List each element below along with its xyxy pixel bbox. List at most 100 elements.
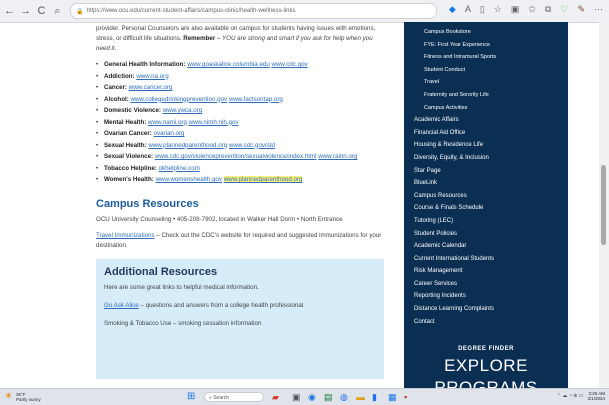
forward-icon[interactable]: → (19, 5, 32, 17)
sidebar-item[interactable]: Diversity, Equity, & Inclusion (404, 152, 568, 165)
resource-link[interactable]: www.womenshealth.gov (156, 176, 222, 183)
sidebar-item[interactable]: Reporting Incidents (404, 290, 568, 303)
clock-date: 2/1/2024 (587, 396, 605, 401)
additional-resources-box: Additional Resources Here are some great… (96, 259, 384, 379)
browser-essentials-icon[interactable]: ♡ (560, 4, 568, 15)
resource-link[interactable]: www.plannedparenthood.org (223, 176, 303, 183)
main-content: provider. Personal Counselors are also a… (78, 24, 398, 379)
reload-icon[interactable]: C (35, 5, 48, 17)
sidebar-item[interactable]: Student Policies (404, 228, 568, 241)
resource-label: Mental Health: (104, 118, 147, 126)
sidebar-item[interactable]: Distance Learning Complaints (404, 303, 568, 316)
resource-link[interactable]: www.nimh.nih.gov (189, 119, 239, 126)
word-icon[interactable]: ▮ (372, 392, 377, 402)
edge-icon[interactable]: ◉ (308, 392, 316, 402)
resource-link[interactable]: www.na.org (136, 73, 168, 80)
ask-alice-link[interactable]: Go Ask Alice (104, 302, 139, 309)
file-explorer-icon[interactable]: ▬ (356, 392, 365, 402)
sidebar-item[interactable]: Risk Management (404, 265, 568, 278)
sidebar-item[interactable]: BlueLink (404, 177, 568, 190)
sidebar-item[interactable]: Campus Bookstore (404, 26, 568, 39)
remember-label: Remember (183, 35, 216, 42)
sidebar-item[interactable]: Campus Resources (404, 190, 568, 203)
sidebar-item[interactable]: Academic Calendar (404, 240, 568, 253)
tab-icon[interactable]: ▣ (511, 4, 520, 15)
store-icon[interactable]: ▤ (324, 392, 333, 402)
additional-intro: Here are some great links to helpful med… (104, 284, 259, 291)
sidebar-item[interactable]: FYE: First Year Experience (404, 39, 568, 52)
resource-label: Tobacco Helpline: (104, 164, 157, 172)
resource-link[interactable]: www.nami.org (148, 119, 187, 126)
travel-paragraph: Travel Immunizations – Check out the CDC… (96, 231, 388, 251)
resource-link[interactable]: www.cdc.gov/std (229, 142, 275, 149)
resource-link[interactable]: www.collegedrinkingprevention.gov (130, 96, 227, 103)
resource-link[interactable]: www.cdc.gov (272, 61, 308, 68)
taskbar-search[interactable]: ⌕ Search (204, 392, 264, 402)
extension-icon[interactable]: ◆ (449, 4, 456, 15)
counseling-text: OCU University Counseling • 405-208-7902… (96, 216, 343, 223)
search-icon[interactable]: ⌕ (51, 5, 64, 18)
sidebar-item[interactable]: Travel (404, 76, 568, 89)
clock[interactable]: 3:26 AM 2/1/2024 (587, 391, 605, 401)
taskbar-search-placeholder: Search (213, 395, 230, 401)
sidebar-item[interactable]: Tutoring (LEC) (404, 215, 568, 228)
collections-icon[interactable]: ⧉ (545, 4, 551, 15)
resource-item: Alcohol: www.collegedrinkingprevention.g… (96, 95, 398, 105)
windows-taskbar: ☀ 38°F Partly sunny ⊞ ⌕ Search ▰ ▣ ◉ ▤ ◍… (0, 388, 609, 405)
resource-label: Domestic Violence: (104, 107, 161, 114)
resource-link[interactable]: www.cancer.org (129, 84, 173, 91)
sidebar-item[interactable]: Star Page (404, 165, 568, 178)
windows-start-icon[interactable]: ⊞ (187, 392, 197, 402)
travel-immunizations-link[interactable]: Travel Immunizations (96, 232, 155, 239)
task-view-icon[interactable]: ▣ (292, 392, 301, 402)
ask-alice-text: – questions and answers from a college h… (140, 302, 305, 309)
explore-programs-title[interactable]: EXPLORE (404, 356, 568, 376)
scrollbar-thumb[interactable] (601, 165, 606, 245)
resource-item: Sexual Health: www.plannedparenthood.org… (96, 141, 398, 151)
favorites-icon[interactable]: ✩ (528, 4, 536, 15)
sidebar-item[interactable]: Housing & Residence Life (404, 139, 568, 152)
resource-link[interactable]: www.factsontap.org (229, 96, 283, 103)
sidebar-item[interactable]: Contact (404, 316, 568, 329)
resource-label: Cancer: (104, 84, 128, 91)
sidebar-item[interactable]: Fitness and Intramural Sports (404, 51, 568, 64)
url-text[interactable]: https://www.ocu.edu/current-student-affa… (86, 8, 295, 14)
resource-item: Mental Health: www.nami.org www.nimh.nih… (96, 118, 398, 128)
resource-link[interactable]: ovarian.org (154, 130, 185, 137)
sidebar-item[interactable]: Course & Finals Schedule (404, 202, 568, 215)
sidebar-item[interactable]: Campus Activities (404, 102, 568, 115)
extension-2-icon[interactable]: ✎ (577, 4, 585, 15)
address-bar[interactable]: 🔒 https://www.ocu.edu/current-student-af… (70, 3, 437, 19)
sidebar-item[interactable]: Student Conduct (404, 64, 568, 77)
additional-resources-heading: Additional Resources (104, 266, 218, 278)
lock-icon: 🔒 (76, 8, 84, 15)
resource-link[interactable]: www.goaskalice.columbia.edu (187, 61, 270, 68)
split-screen-icon[interactable]: ▯ (480, 4, 485, 15)
sidebar-item[interactable]: Financial Aid Office (404, 127, 568, 140)
resource-link[interactable]: www.rainn.org (318, 153, 357, 160)
resource-link[interactable]: www.plannedparenthood.org (148, 142, 227, 149)
menu-icon[interactable]: ⋯ (594, 4, 603, 15)
resource-label: Sexual Health: (104, 141, 147, 149)
weather-widget[interactable]: ☀ 38°F Partly sunny (4, 391, 41, 402)
programs-title[interactable]: PROGRAMS (404, 378, 568, 388)
resource-label: Ovarian Cancer: (104, 130, 152, 137)
read-aloud-icon[interactable]: A (465, 4, 471, 15)
tray-icons[interactable]: ⌃ ☁ ◔ ⊕ ▭ (557, 393, 584, 399)
resource-item: Addiction: www.na.org (96, 72, 398, 82)
smoking-tobacco-text: Smoking & Tobacco Use – smoking cessatio… (104, 320, 262, 327)
edge-browser-icon[interactable]: ◍ (340, 392, 348, 402)
calendar-icon[interactable]: ▦ (388, 392, 397, 402)
sidebar-item[interactable]: Career Services (404, 278, 568, 291)
resource-link[interactable]: okhelpline.com (159, 165, 200, 172)
sidebar-item[interactable]: Fraternity and Sorority Life (404, 89, 568, 102)
resource-link[interactable]: www.cdc.gov/violenceprevention/sexualvio… (155, 153, 317, 160)
back-icon[interactable]: ← (3, 5, 16, 17)
taskbar-app-icon[interactable]: ▰ (272, 392, 279, 402)
sidebar-item[interactable]: Academic Affairs (404, 114, 568, 127)
resource-link[interactable]: www.ywca.org (163, 107, 203, 114)
favorite-icon[interactable]: ☆ (494, 4, 502, 15)
sidebar-item[interactable]: Current International Students (404, 253, 568, 266)
resource-item: Domestic Violence: www.ywca.org (96, 106, 398, 116)
office-icon[interactable]: ▪ (404, 392, 407, 402)
